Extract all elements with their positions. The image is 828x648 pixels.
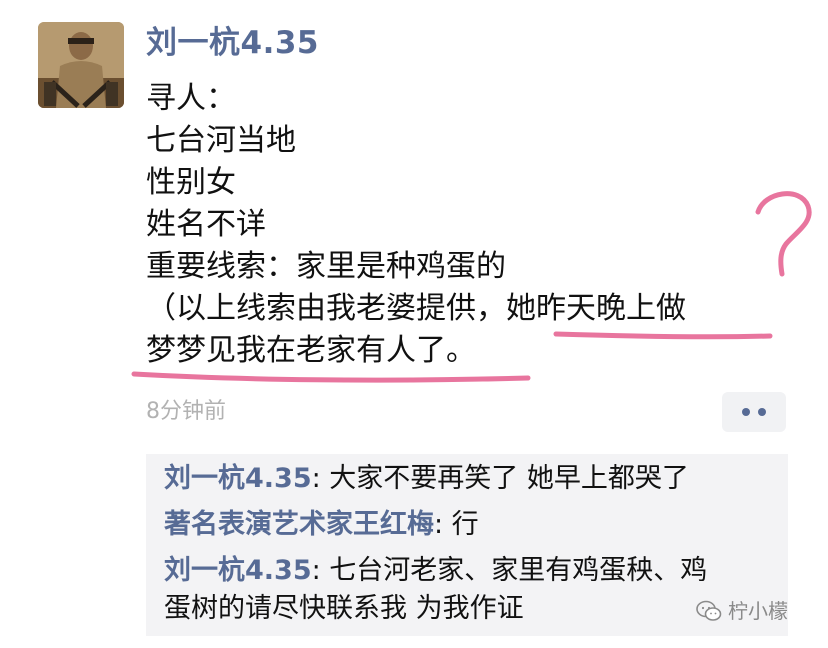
comment-text: : 七台河老家、家里有鸡蛋秧、鸡 bbox=[311, 555, 708, 586]
watermark: 柠小檬 bbox=[696, 598, 788, 624]
comment-author[interactable]: 刘一杭4.35 bbox=[164, 555, 312, 586]
post-line: 七台河当地 bbox=[146, 123, 296, 158]
post-line: 重要线索：家里是种鸡蛋的 bbox=[146, 249, 506, 284]
underline-annotation bbox=[131, 371, 531, 383]
post-line: （以上线索由我老婆提供，她昨天晚上做 bbox=[146, 291, 686, 326]
comment-section: 刘一杭4.35: 大家不要再笑了 她早上都哭了 著名表演艺术家王红梅: 行 刘一… bbox=[146, 454, 788, 636]
comment-item[interactable]: 著名表演艺术家王红梅: 行 bbox=[164, 506, 479, 544]
post-body: 寻人： 七台河当地 性别女 姓名不详 重要线索：家里是种鸡蛋的 （以上线索由我老… bbox=[146, 78, 786, 372]
comment-text: 蛋树的请尽快联系我 为我作证 bbox=[164, 593, 524, 624]
comment-text: : 大家不要再笑了 她早上都哭了 bbox=[311, 463, 689, 494]
comment-author[interactable]: 刘一杭4.35 bbox=[164, 463, 312, 494]
comment-item[interactable]: 刘一杭4.35: 七台河老家、家里有鸡蛋秧、鸡 bbox=[164, 552, 707, 590]
post-timestamp: 8分钟前 bbox=[146, 399, 226, 424]
more-options-button[interactable] bbox=[722, 392, 786, 432]
comment-text: : 行 bbox=[434, 509, 479, 540]
post-line: 性别女 bbox=[146, 165, 236, 200]
avatar[interactable] bbox=[38, 22, 124, 108]
post-line: 梦梦见我在老家有人了。 bbox=[146, 333, 476, 368]
post-author-name[interactable]: 刘一杭4.35 bbox=[146, 22, 319, 64]
more-dots-icon bbox=[742, 408, 750, 416]
comment-item[interactable]: 刘一杭4.35: 大家不要再笑了 她早上都哭了 bbox=[164, 460, 689, 498]
more-dots-icon bbox=[758, 408, 766, 416]
wechat-icon bbox=[696, 600, 722, 621]
watermark-text: 柠小檬 bbox=[728, 599, 788, 623]
post-line: 姓名不详 bbox=[146, 207, 266, 242]
comment-author[interactable]: 著名表演艺术家王红梅 bbox=[164, 509, 434, 540]
comment-item-continued[interactable]: 蛋树的请尽快联系我 为我作证 bbox=[164, 590, 524, 628]
avatar-photo bbox=[38, 22, 124, 108]
post-line: 寻人： bbox=[146, 81, 236, 116]
